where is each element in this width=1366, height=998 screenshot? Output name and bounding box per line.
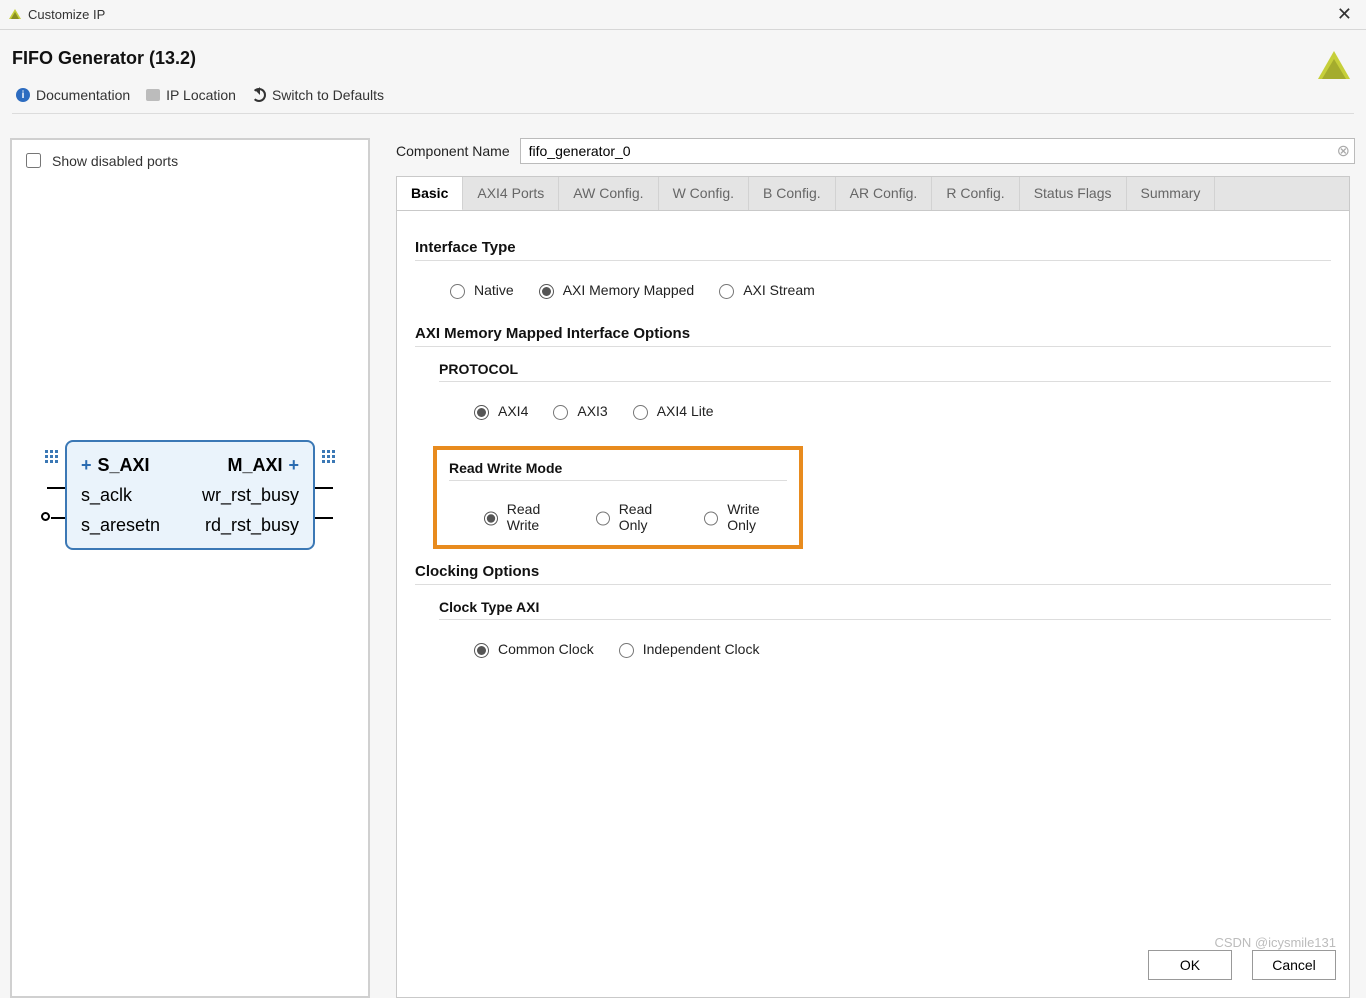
radio-axi-stream[interactable]: AXI Stream: [714, 281, 815, 299]
component-name-input[interactable]: [520, 138, 1355, 164]
radio-independent-clock[interactable]: Independent Clock: [614, 640, 760, 658]
tab-axi4-ports[interactable]: AXI4 Ports: [463, 177, 559, 210]
tab-b-config[interactable]: B Config.: [749, 177, 836, 210]
clocking-title: Clocking Options: [415, 563, 1331, 580]
axi-mm-title: AXI Memory Mapped Interface Options: [415, 325, 1331, 342]
wr-rst-busy-pin: [315, 487, 333, 489]
protocol-title: PROTOCOL: [439, 361, 1331, 377]
titlebar-title: Customize IP: [28, 7, 105, 22]
tab-ar-config[interactable]: AR Config.: [836, 177, 933, 210]
port-m-axi: M_AXI+: [227, 455, 299, 476]
radio-read-only[interactable]: Read Only: [591, 501, 680, 533]
customize-ip-window: Customize IP ✕ FIFO Generator (13.2) i D…: [0, 0, 1366, 998]
refresh-icon: [252, 88, 266, 102]
show-disabled-ports-label: Show disabled ports: [52, 153, 178, 169]
close-button[interactable]: ✕: [1331, 4, 1358, 25]
divider: [415, 346, 1331, 347]
s-aresetn-pin: [51, 517, 65, 519]
vendor-logo-icon: [1314, 49, 1354, 83]
documentation-label: Documentation: [36, 87, 130, 103]
titlebar: Customize IP ✕: [0, 0, 1366, 30]
documentation-link[interactable]: i Documentation: [16, 87, 130, 103]
divider: [415, 584, 1331, 585]
main-area: Show disabled ports +S_AXI M_AXI+: [0, 118, 1366, 998]
interface-type-options: Native AXI Memory Mapped AXI Stream: [415, 275, 1331, 319]
config-panel: Component Name ⊗ Basic AXI4 Ports AW Con…: [396, 138, 1356, 998]
radio-read-write[interactable]: Read Write: [479, 501, 571, 533]
radio-axi4[interactable]: AXI4: [469, 402, 528, 420]
clock-type-options: Common Clock Independent Clock: [439, 634, 1331, 678]
s-axi-bus-icon: [45, 450, 58, 463]
show-disabled-ports-checkbox[interactable]: Show disabled ports: [22, 150, 358, 171]
footer: OK Cancel: [1148, 950, 1336, 980]
clear-input-icon[interactable]: ⊗: [1337, 141, 1350, 161]
ip-box: +S_AXI M_AXI+ s_aclk wr_rst_busy s_arese…: [65, 440, 315, 550]
switch-defaults-link[interactable]: Switch to Defaults: [252, 87, 384, 103]
port-wr-rst-busy: wr_rst_busy: [202, 485, 299, 506]
tab-summary[interactable]: Summary: [1127, 177, 1216, 210]
folder-icon: [146, 89, 160, 101]
port-s-aclk: s_aclk: [81, 485, 132, 506]
tab-status-flags[interactable]: Status Flags: [1020, 177, 1127, 210]
preview-panel: Show disabled ports +S_AXI M_AXI+: [10, 138, 370, 998]
divider: [439, 381, 1331, 382]
port-s-axi: +S_AXI: [81, 455, 150, 476]
radio-axi4-lite[interactable]: AXI4 Lite: [628, 402, 714, 420]
tab-r-config[interactable]: R Config.: [932, 177, 1019, 210]
read-write-mode-highlight: Read Write Mode Read Write Read Only Wri…: [433, 446, 803, 549]
switch-defaults-label: Switch to Defaults: [272, 87, 384, 103]
radio-axi-memory-mapped[interactable]: AXI Memory Mapped: [534, 281, 695, 299]
clock-type-title: Clock Type AXI: [439, 599, 1331, 615]
app-logo-icon: [8, 8, 22, 22]
info-icon: i: [16, 88, 30, 102]
divider: [449, 480, 787, 481]
component-name-row: Component Name ⊗: [396, 138, 1350, 164]
divider: [439, 619, 1331, 620]
s-aclk-pin: [47, 487, 65, 489]
plus-icon: +: [288, 455, 299, 476]
port-rd-rst-busy: rd_rst_busy: [205, 515, 299, 536]
rw-mode-options: Read Write Read Only Write Only: [449, 495, 787, 539]
plus-icon: +: [81, 455, 92, 476]
ok-button[interactable]: OK: [1148, 950, 1232, 980]
radio-common-clock[interactable]: Common Clock: [469, 640, 594, 658]
ip-symbol: +S_AXI M_AXI+ s_aclk wr_rst_busy s_arese…: [65, 440, 315, 550]
ip-location-label: IP Location: [166, 87, 236, 103]
radio-axi3[interactable]: AXI3: [548, 402, 607, 420]
port-s-aresetn: s_aresetn: [81, 515, 160, 536]
rd-rst-busy-pin: [315, 517, 333, 519]
interface-type-title: Interface Type: [415, 239, 1331, 256]
ip-location-link[interactable]: IP Location: [146, 87, 236, 103]
protocol-options: AXI4 AXI3 AXI4 Lite: [439, 396, 1331, 440]
m-axi-bus-icon: [322, 450, 335, 463]
tab-w-config[interactable]: W Config.: [659, 177, 749, 210]
tab-basic[interactable]: Basic: [397, 177, 463, 211]
radio-write-only[interactable]: Write Only: [699, 501, 787, 533]
radio-native[interactable]: Native: [445, 281, 514, 299]
s-aresetn-inverted-icon: [41, 512, 50, 521]
cancel-button[interactable]: Cancel: [1252, 950, 1336, 980]
tab-aw-config[interactable]: AW Config.: [559, 177, 658, 210]
header: FIFO Generator (13.2) i Documentation IP…: [0, 30, 1366, 118]
divider: [415, 260, 1331, 261]
page-title: FIFO Generator (13.2): [12, 48, 196, 69]
tab-content-basic: Interface Type Native AXI Memory Mapped …: [396, 210, 1350, 998]
show-disabled-ports-input[interactable]: [26, 153, 41, 168]
toolbar: i Documentation IP Location Switch to De…: [12, 87, 1354, 114]
component-name-label: Component Name: [396, 143, 510, 159]
tab-bar: Basic AXI4 Ports AW Config. W Config. B …: [396, 176, 1350, 210]
rw-mode-title: Read Write Mode: [449, 460, 787, 476]
